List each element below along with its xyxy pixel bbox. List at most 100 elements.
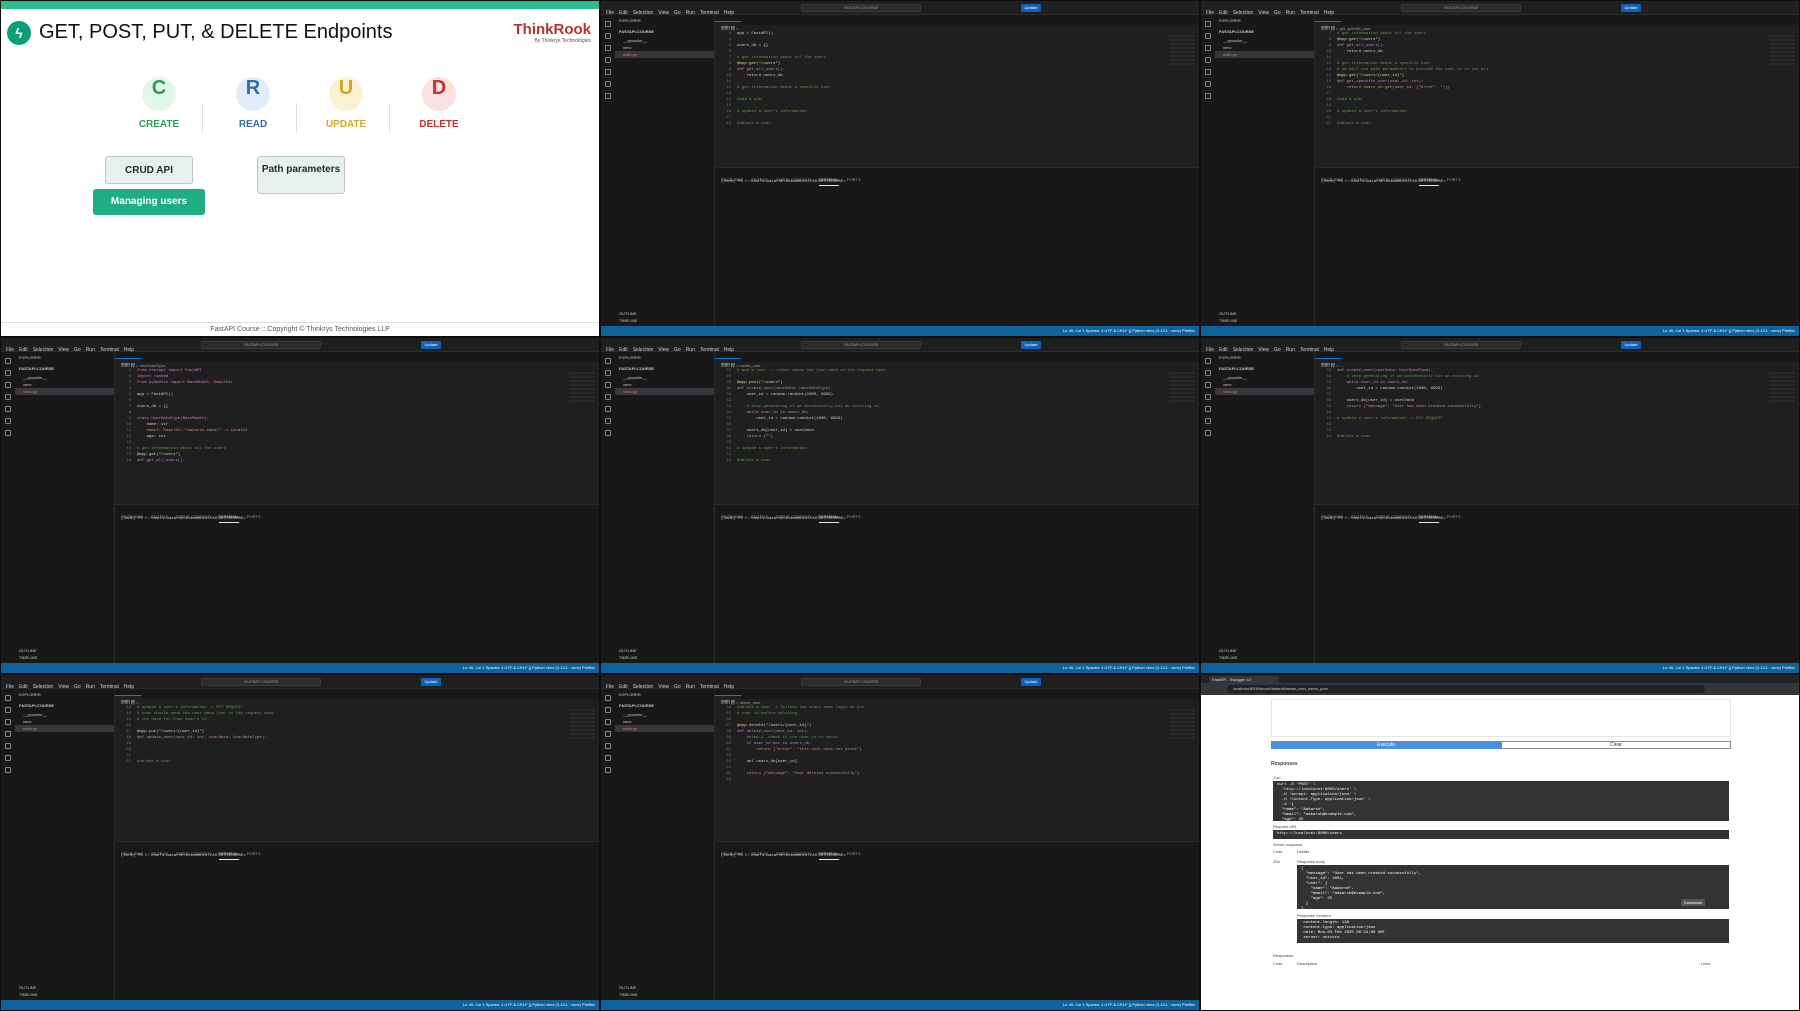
explorer-file-item[interactable]: __pycache__	[15, 711, 114, 718]
project-folder[interactable]: FASTAPI-COURSE	[15, 363, 114, 374]
source-control-icon[interactable]	[5, 382, 11, 388]
timeline-section[interactable]: TIMELINE	[619, 317, 637, 324]
explorer-file-item[interactable]: venv	[1215, 381, 1314, 388]
explorer-file-item[interactable]: __pycache__	[15, 374, 114, 381]
update-button[interactable]: Update	[1021, 341, 1041, 349]
outline-section[interactable]: OUTLINE	[619, 984, 637, 991]
project-folder[interactable]: FASTAPI-COURSE	[615, 700, 714, 711]
project-folder[interactable]: FASTAPI-COURSE	[615, 26, 714, 37]
testing-icon[interactable]	[605, 755, 611, 761]
update-button[interactable]: Update	[1021, 4, 1041, 12]
outline-section[interactable]: OUTLINE	[619, 310, 637, 317]
outline-section[interactable]: OUTLINE	[19, 984, 37, 991]
breadcrumb[interactable]: main.py > delete_user	[715, 699, 1199, 706]
run-debug-icon[interactable]	[5, 731, 11, 737]
minimap[interactable]	[1169, 372, 1195, 402]
update-button[interactable]: Update	[421, 341, 441, 349]
explorer-file-item[interactable]: venv	[15, 718, 114, 725]
run-debug-icon[interactable]	[5, 394, 11, 400]
explorer-icon[interactable]	[605, 21, 611, 27]
project-folder[interactable]: FASTAPI-COURSE	[615, 363, 714, 374]
minimap[interactable]	[569, 372, 595, 402]
explorer-file-item[interactable]: venv	[615, 718, 714, 725]
search-icon[interactable]	[605, 33, 611, 39]
editor-status[interactable]: Ln 45, Col 1 Spaces: 4 UTF-8 CRLF {} Pyt…	[1663, 663, 1795, 673]
execute-button[interactable]: Execute	[1271, 741, 1501, 749]
timeline-section[interactable]: TIMELINE	[1219, 317, 1237, 324]
extensions-icon[interactable]	[605, 406, 611, 412]
remote-icon[interactable]	[605, 93, 611, 99]
editor-status[interactable]: Ln 45, Col 1 Spaces: 4 UTF-8 CRLF {} Pyt…	[1063, 1000, 1195, 1010]
minimap[interactable]	[569, 709, 595, 739]
editor-status[interactable]: Ln 45, Col 1 Spaces: 4 UTF-8 CRLF {} Pyt…	[1063, 663, 1195, 673]
browser-tab[interactable]: FastAPI - Swagger UI	[1209, 676, 1279, 683]
explorer-file-item[interactable]: main.py	[1215, 51, 1314, 58]
code-editor[interactable]: main.py main.py > ... 33 def create_user(us…	[1315, 352, 1799, 504]
minimap[interactable]	[1769, 35, 1795, 65]
explorer-file-item[interactable]: __pycache__	[1215, 37, 1314, 44]
run-debug-icon[interactable]	[605, 57, 611, 63]
code-editor[interactable]: main.py main.py > ... 3 app = FastAPI() 4 5 us…	[715, 15, 1199, 167]
run-debug-icon[interactable]	[1205, 394, 1211, 400]
source-control-icon[interactable]	[1205, 382, 1211, 388]
testing-icon[interactable]	[5, 755, 11, 761]
panel-tab[interactable]: PORTS	[1447, 512, 1461, 522]
code-editor[interactable]: main.py main.py > create_user 27 # add a us…	[715, 352, 1199, 504]
update-button[interactable]: Update	[1021, 678, 1041, 686]
breadcrumb[interactable]: main.py > ...	[115, 699, 599, 706]
extensions-icon[interactable]	[1205, 69, 1211, 75]
explorer-file-item[interactable]: __pycache__	[1215, 374, 1314, 381]
explorer-file-item[interactable]: __pycache__	[615, 711, 714, 718]
extensions-icon[interactable]	[5, 406, 11, 412]
project-folder[interactable]: FASTAPI-COURSE	[1215, 363, 1314, 374]
search-icon[interactable]	[605, 370, 611, 376]
code-editor[interactable]: main.py main.py > delete_user 54 #delete a …	[715, 689, 1199, 841]
explorer-file-item[interactable]: main.py	[615, 388, 714, 395]
source-control-icon[interactable]	[605, 719, 611, 725]
explorer-icon[interactable]	[605, 695, 611, 701]
command-center-search[interactable]: FASTAPI-COURSE	[801, 4, 921, 12]
outline-section[interactable]: OUTLINE	[1219, 310, 1237, 317]
update-button[interactable]: Update	[1621, 341, 1641, 349]
project-folder[interactable]: FASTAPI-COURSE	[1215, 26, 1314, 37]
source-control-icon[interactable]	[5, 719, 11, 725]
address-bar[interactable]: localhost:8000/docs#/default/create_user…	[1227, 685, 1706, 693]
explorer-file-item[interactable]: main.py	[15, 725, 114, 732]
panel-tab[interactable]: PORTS	[847, 175, 861, 185]
remote-icon[interactable]	[605, 767, 611, 773]
explorer-file-item[interactable]: main.py	[615, 725, 714, 732]
panel-tab[interactable]: PORTS	[247, 512, 261, 522]
source-control-icon[interactable]	[1205, 45, 1211, 51]
remote-icon[interactable]	[605, 430, 611, 436]
explorer-file-item[interactable]: venv	[1215, 44, 1314, 51]
editor-status[interactable]: Ln 45, Col 1 Spaces: 4 UTF-8 CRLF {} Pyt…	[463, 663, 595, 673]
search-icon[interactable]	[1205, 33, 1211, 39]
explorer-file-item[interactable]: venv	[615, 44, 714, 51]
explorer-icon[interactable]	[1205, 358, 1211, 364]
editor-status[interactable]: Ln 45, Col 1 Spaces: 4 UTF-8 CRLF {} Pyt…	[463, 1000, 595, 1010]
panel-tab[interactable]: PORTS	[247, 849, 261, 859]
outline-section[interactable]: OUTLINE	[619, 647, 637, 654]
panel-tab[interactable]: PORTS	[847, 512, 861, 522]
update-button[interactable]: Update	[1621, 4, 1641, 12]
extensions-icon[interactable]	[605, 743, 611, 749]
source-control-icon[interactable]	[605, 45, 611, 51]
explorer-icon[interactable]	[5, 358, 11, 364]
command-center-search[interactable]: FASTAPI-COURSE	[201, 341, 321, 349]
command-center-search[interactable]: FASTAPI-COURSE	[801, 678, 921, 686]
testing-icon[interactable]	[5, 418, 11, 424]
timeline-section[interactable]: TIMELINE	[19, 654, 37, 661]
explorer-file-item[interactable]: venv	[615, 381, 714, 388]
command-center-search[interactable]: FASTAPI-COURSE	[1401, 4, 1521, 12]
outline-section[interactable]: OUTLINE	[19, 647, 37, 654]
remote-icon[interactable]	[1205, 430, 1211, 436]
problems-status[interactable]: ⊗ 0 ⚠ 0	[7, 1007, 22, 1010]
code-editor[interactable]: main.py main.py > ... 43 # update a user's …	[115, 689, 599, 841]
breadcrumb[interactable]: main.py > ...	[715, 25, 1199, 32]
remote-icon[interactable]	[5, 767, 11, 773]
minimap[interactable]	[1169, 35, 1195, 65]
timeline-section[interactable]: TIMELINE	[19, 991, 37, 998]
minimap[interactable]	[1169, 709, 1195, 739]
explorer-file-item[interactable]: main.py	[1215, 388, 1314, 395]
minimap[interactable]	[1769, 372, 1795, 402]
